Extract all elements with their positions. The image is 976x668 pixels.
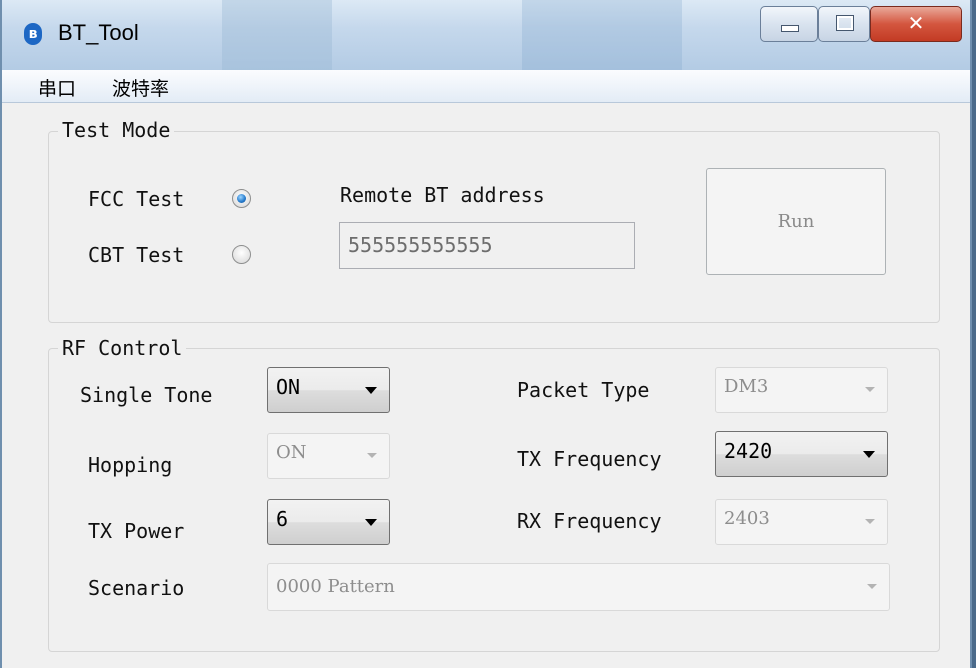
chevron-down-icon [365, 387, 377, 394]
rx-frequency-label: RX Frequency [517, 509, 662, 533]
titlebar-glass [222, 0, 332, 70]
scenario-label: Scenario [88, 576, 185, 600]
tx-frequency-label: TX Frequency [517, 447, 662, 471]
chevron-down-icon [863, 451, 875, 458]
fcc-test-radio[interactable] [232, 189, 251, 208]
tx-power-label: TX Power [88, 519, 185, 543]
test-mode-title: Test Mode [58, 118, 175, 142]
rf-control-title: RF Control [58, 336, 187, 360]
rx-frequency-select[interactable]: 2403 [715, 499, 888, 545]
chevron-down-icon [865, 519, 875, 524]
cbt-test-label: CBT Test [88, 243, 185, 267]
packet-type-value: DM3 [724, 376, 769, 397]
single-tone-value: ON [276, 375, 301, 399]
remote-bt-address-field[interactable]: 555555555555 [339, 222, 635, 269]
chevron-down-icon [365, 519, 377, 526]
maximize-button[interactable] [818, 6, 870, 42]
minimize-icon [781, 25, 799, 32]
title-bar[interactable]: ʙ BT_Tool ✕ [2, 0, 970, 70]
packet-type-select[interactable]: DM3 [715, 367, 888, 413]
menu-bar: 串口 波特率 [2, 70, 970, 103]
tx-frequency-select[interactable]: 2420 [715, 431, 888, 477]
packet-type-label: Packet Type [517, 378, 650, 402]
scenario-select[interactable]: 0000 Pattern [267, 563, 890, 611]
hopping-label: Hopping [88, 453, 173, 477]
scenario-value: 0000 Pattern [276, 576, 395, 597]
single-tone-select[interactable]: ON [267, 367, 390, 413]
tx-power-select[interactable]: 6 [267, 499, 390, 545]
menu-baud-rate[interactable]: 波特率 [112, 74, 169, 101]
chevron-down-icon [867, 584, 877, 589]
chevron-down-icon [865, 387, 875, 392]
single-tone-label: Single Tone [80, 383, 213, 407]
close-button[interactable]: ✕ [870, 6, 962, 42]
tx-frequency-value: 2420 [724, 439, 773, 463]
titlebar-glass [522, 0, 682, 70]
run-button[interactable]: Run [706, 168, 886, 275]
window-title: BT_Tool [58, 20, 139, 45]
minimize-button[interactable] [760, 6, 818, 42]
menu-serial-port[interactable]: 串口 [38, 74, 76, 101]
cbt-test-radio[interactable] [232, 245, 251, 264]
fcc-test-label: FCC Test [88, 187, 185, 211]
rx-frequency-value: 2403 [724, 508, 770, 529]
hopping-select[interactable]: ON [267, 433, 390, 479]
remote-bt-address-label: Remote BT address [340, 183, 545, 207]
bt-tool-window: ʙ BT_Tool ✕ 串口 波特率 Test Mode FCC Test CB… [0, 0, 972, 668]
hopping-value: ON [276, 442, 307, 463]
tx-power-value: 6 [276, 507, 289, 531]
chevron-down-icon [367, 453, 377, 458]
close-icon: ✕ [907, 11, 925, 35]
bluetooth-icon: ʙ [24, 23, 42, 45]
maximize-icon [836, 15, 854, 31]
